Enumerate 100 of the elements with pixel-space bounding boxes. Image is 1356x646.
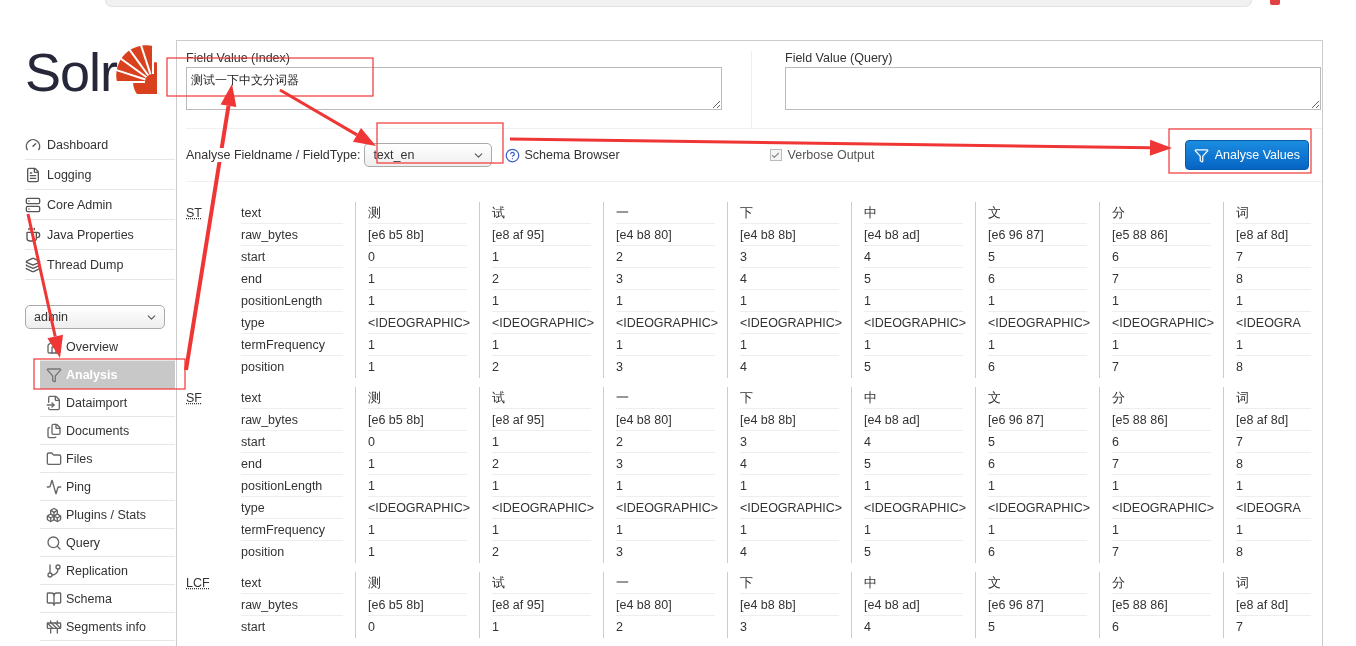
token-cell: 5 <box>988 246 1087 268</box>
token-cell: [e5 88 86] <box>1112 594 1211 616</box>
logo-text: Solr <box>25 41 118 104</box>
core-menu-item[interactable]: Dataimport <box>40 389 175 417</box>
browser-badge-icon <box>1270 0 1280 5</box>
token-cell: 1 <box>740 519 839 541</box>
attribute-cell: raw_bytes <box>241 224 343 246</box>
token-cell: [e8 af 8d] <box>1236 409 1311 431</box>
token-cell-text: 8 <box>1236 359 1244 376</box>
token-cell: [e4 b8 ad] <box>864 594 963 616</box>
file-import-icon <box>46 394 62 411</box>
token-cell: 1 <box>368 475 467 497</box>
stage-name: LCF <box>186 575 211 592</box>
core-menu-item[interactable]: Schema <box>40 585 175 613</box>
token-cell: 1 <box>492 246 591 268</box>
token-cell: [e6 96 87] <box>988 594 1087 616</box>
nav-item[interactable]: Core Admin <box>25 190 175 220</box>
token-cell: [e5 88 86] <box>1112 409 1211 431</box>
token-cell: 5 <box>988 431 1087 453</box>
token-cell-text: 5 <box>864 359 872 376</box>
core-menu-item[interactable]: Segments info <box>40 613 175 641</box>
core-menu-item[interactable]: Files <box>40 445 175 473</box>
token-cell: 1 <box>1236 290 1311 312</box>
token-cell: 试 <box>492 202 591 224</box>
token-cell: 2 <box>616 246 715 268</box>
token-cell: [e6 b5 8b] <box>368 224 467 246</box>
barrier-icon <box>46 618 62 635</box>
token-cell: 词 <box>1236 387 1311 409</box>
verbose-checkbox[interactable] <box>769 149 782 161</box>
nav-item[interactable]: Java Properties <box>25 220 175 250</box>
pulse-icon <box>46 478 62 495</box>
token-cell-text: 1 <box>368 359 376 376</box>
token-cell: 1 <box>492 334 591 356</box>
token-cell: 6 <box>988 453 1087 475</box>
token-cell: 1 <box>492 475 591 497</box>
token-cell: 试 <box>492 387 591 409</box>
token-cell: 中 <box>864 202 963 224</box>
token-cell: 4 <box>740 453 839 475</box>
nav-item[interactable]: Logging <box>25 160 175 190</box>
token-cell: 5 <box>864 268 963 290</box>
token-cell: 0 <box>368 431 467 453</box>
token-cell-text: 4 <box>864 619 872 636</box>
token-cell: 1 <box>864 475 963 497</box>
attribute-cell: positionLength <box>241 290 343 312</box>
token-cell: [e8 af 95] <box>492 594 591 616</box>
token-cell: [e4 b8 80] <box>616 224 715 246</box>
funnel-icon <box>1193 147 1209 163</box>
token-cell-text: 2 <box>492 544 500 561</box>
core-menu-item[interactable]: Replication <box>40 557 175 585</box>
schema-browser-link[interactable]: Schema Browser <box>505 147 620 163</box>
token-cell: 1 <box>1236 519 1311 541</box>
token-cell: 5 <box>864 453 963 475</box>
token-cell: 1 <box>492 519 591 541</box>
index-value-field[interactable]: 测试一下中文分词器 <box>186 67 722 110</box>
core-menu-item[interactable]: Plugins / Stats <box>40 501 175 529</box>
stage-name: SF <box>186 390 203 407</box>
attribute-cell: positionLength <box>241 475 343 497</box>
core-menu-item[interactable]: Documents <box>40 417 175 445</box>
token-cell: 7 <box>1236 431 1311 453</box>
token-cell: 1 <box>1112 290 1211 312</box>
token-cell: 试 <box>492 572 591 594</box>
stage-name: ST <box>186 205 203 222</box>
token-cell: 1 <box>988 475 1087 497</box>
token-cell: <IDEOGRA <box>1236 312 1311 334</box>
token-cell: 1 <box>1236 334 1311 356</box>
token-cell: 6 <box>988 268 1087 290</box>
token-cell: 1 <box>1236 475 1311 497</box>
token-cell: 1 <box>1112 519 1211 541</box>
token-cell: [e4 b8 ad] <box>864 409 963 431</box>
token-cell: 一 <box>616 202 715 224</box>
query-value-field[interactable] <box>785 67 1321 110</box>
nav-item[interactable]: Dashboard <box>25 130 175 160</box>
token-cell: 分 <box>1112 387 1211 409</box>
token-cell: 2 <box>616 431 715 453</box>
token-cell: 分 <box>1112 202 1211 224</box>
attribute-cell: raw_bytes <box>241 409 343 431</box>
core-menu-item[interactable]: Ping <box>40 473 175 501</box>
token-cell: 1 <box>616 290 715 312</box>
branch-icon <box>46 562 62 579</box>
token-cell: 1 <box>864 519 963 541</box>
token-cell-text: 4 <box>740 544 748 561</box>
folder-icon <box>46 450 62 467</box>
token-cell: 1 <box>368 453 467 475</box>
token-cell: 1 <box>616 475 715 497</box>
token-cell: 1 <box>988 290 1087 312</box>
token-cell-text: 7 <box>1236 619 1244 636</box>
token-cell-text: 2 <box>616 619 624 636</box>
core-menu-item[interactable]: Query <box>40 529 175 557</box>
token-cell: [e4 b8 8b] <box>740 594 839 616</box>
server-icon <box>25 196 41 213</box>
token-cell: 一 <box>616 572 715 594</box>
funnel-icon <box>46 366 62 383</box>
nav-item[interactable]: Thread Dump <box>25 250 175 280</box>
analyse-values-button[interactable]: Analyse Values <box>1184 140 1309 170</box>
token-cell: 1 <box>368 290 467 312</box>
token-cell: 2 <box>492 268 591 290</box>
attribute-cell: raw_bytes <box>241 594 343 616</box>
token-cell: 一 <box>616 387 715 409</box>
token-cell: [e8 af 8d] <box>1236 224 1311 246</box>
token-cell: 测 <box>368 387 467 409</box>
